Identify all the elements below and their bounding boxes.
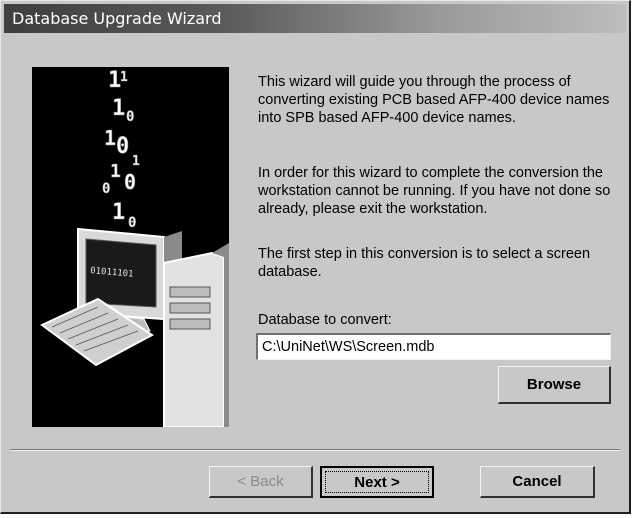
binary-glyph: 1 [112, 200, 125, 225]
wizard-window: Database Upgrade Wizard 1 1 1 0 1 0 1 1 … [0, 0, 631, 514]
binary-glyph: 1 [104, 126, 116, 150]
binary-glyph: 1 [132, 154, 140, 169]
database-path-input[interactable] [256, 333, 611, 360]
binary-glyph: 0 [116, 134, 129, 159]
tower-drive-1 [169, 286, 211, 298]
cancel-button[interactable]: Cancel [480, 466, 595, 498]
window-title: Database Upgrade Wizard [12, 9, 222, 28]
binary-glyph: 1 [120, 70, 128, 85]
binary-glyph: 0 [126, 109, 134, 125]
title-bar[interactable]: Database Upgrade Wizard [4, 4, 626, 33]
computer-illustration-svg: 1 1 1 0 1 0 1 1 0 0 1 0 01011101 [40, 68, 229, 427]
binary-glyph: 1 [110, 161, 121, 182]
intro-text: This wizard will guide you through the p… [258, 74, 610, 126]
binary-glyph: 0 [128, 215, 136, 231]
browse-button[interactable]: Browse [498, 366, 611, 404]
binary-glyph: 0 [124, 170, 136, 194]
database-field-label: Database to convert: [258, 312, 392, 328]
binary-glyph: 1 [112, 96, 125, 121]
tower-front [163, 251, 225, 427]
next-button[interactable]: Next > [320, 466, 434, 498]
back-button-label: < Back [237, 473, 284, 490]
binary-glyph: 0 [102, 181, 110, 197]
next-button-focus-rect: Next > [325, 471, 429, 493]
workstation-warning-text: In order for this wizard to complete the… [258, 165, 611, 217]
tower-drive-3 [169, 318, 211, 330]
back-button[interactable]: < Back [209, 466, 313, 498]
cancel-button-label: Cancel [512, 473, 562, 490]
browse-button-label: Browse [526, 376, 582, 393]
computer-illustration: 1 1 1 0 1 0 1 1 0 0 1 0 01011101 [32, 67, 229, 427]
next-button-label: Next > [354, 474, 400, 491]
first-step-text: The first step in this conversion is to … [258, 246, 591, 280]
tower-drive-2 [169, 302, 211, 314]
footer-separator [10, 449, 620, 451]
